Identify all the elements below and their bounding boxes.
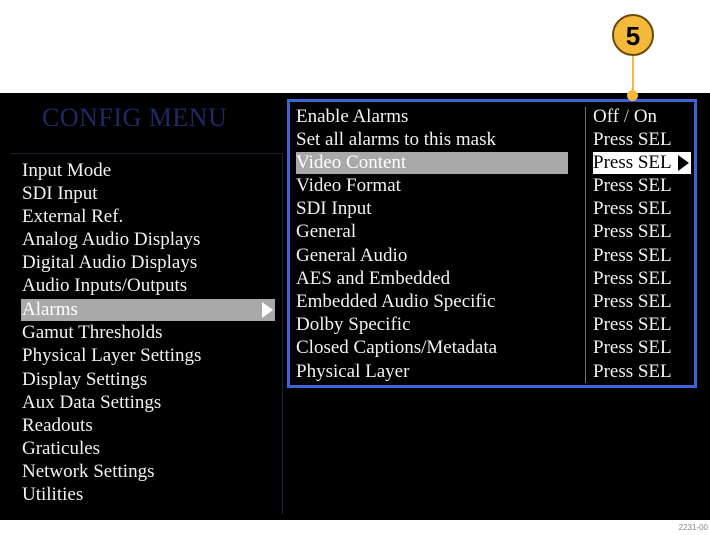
menu-item-external-ref[interactable]: External Ref. — [21, 206, 275, 228]
menu-item-network-settings[interactable]: Network Settings — [21, 461, 275, 483]
option-enable-alarms[interactable]: Enable Alarms — [296, 106, 568, 128]
option-embedded-audio-specific[interactable]: Embedded Audio Specific — [296, 291, 568, 313]
option-value[interactable]: Press SEL — [593, 245, 691, 267]
menu-item-aux-data-settings[interactable]: Aux Data Settings — [21, 392, 275, 414]
option-value[interactable]: Press SEL — [593, 129, 691, 151]
submenu-arrow-icon — [262, 302, 273, 318]
toggle-off-label: Off — [593, 106, 620, 127]
toggle-on-label: On — [633, 106, 658, 127]
callout-pointer-dot — [627, 90, 638, 101]
option-value[interactable]: Press SEL — [593, 175, 691, 197]
toggle-separator: / — [623, 106, 630, 127]
menu-item-sdi-input[interactable]: SDI Input — [21, 183, 275, 205]
option-video-format[interactable]: Video Format — [296, 175, 568, 197]
callout-leader-line — [632, 56, 634, 93]
option-value[interactable]: Press SEL — [593, 291, 691, 313]
figure-id-label: 2231-00 — [678, 523, 708, 532]
callout-number-badge: 5 — [612, 14, 654, 56]
enable-alarms-toggle[interactable]: Off / On — [593, 106, 691, 128]
menu-item-readouts[interactable]: Readouts — [21, 415, 275, 437]
menu-item-analog-audio-displays[interactable]: Analog Audio Displays — [21, 229, 275, 251]
option-value[interactable]: Press SEL — [593, 361, 691, 383]
option-value-label: Press SEL — [593, 152, 672, 173]
option-value[interactable]: Press SEL — [593, 314, 691, 336]
column-divider — [585, 107, 586, 383]
option-closed-captions-metadata[interactable]: Closed Captions/Metadata — [296, 337, 568, 359]
option-value[interactable]: Press SEL — [593, 337, 691, 359]
menu-item-alarms-label: Alarms — [22, 299, 78, 320]
option-general[interactable]: General — [296, 221, 568, 243]
menu-item-utilities[interactable]: Utilities — [21, 484, 275, 506]
menu-item-display-settings[interactable]: Display Settings — [21, 369, 275, 391]
option-value-selected[interactable]: Press SEL — [593, 152, 691, 174]
option-value[interactable]: Press SEL — [593, 221, 691, 243]
option-aes-and-embedded[interactable]: AES and Embedded — [296, 268, 568, 290]
menu-item-gamut-thresholds[interactable]: Gamut Thresholds — [21, 322, 275, 344]
menu-item-audio-inputs-outputs[interactable]: Audio Inputs/Outputs — [21, 275, 275, 297]
option-value[interactable]: Press SEL — [593, 198, 691, 220]
submenu-arrow-icon — [678, 155, 689, 171]
menu-item-graticules[interactable]: Graticules — [21, 438, 275, 460]
option-physical-layer[interactable]: Physical Layer — [296, 361, 568, 383]
menu-item-input-mode[interactable]: Input Mode — [21, 160, 275, 182]
option-dolby-specific[interactable]: Dolby Specific — [296, 314, 568, 336]
option-set-all-alarms-mask[interactable]: Set all alarms to this mask — [296, 129, 568, 151]
option-sdi-input[interactable]: SDI Input — [296, 198, 568, 220]
config-menu-title: CONFIG MENU — [42, 103, 228, 132]
menu-item-alarms[interactable]: Alarms — [21, 299, 275, 321]
menu-item-digital-audio-displays[interactable]: Digital Audio Displays — [21, 252, 275, 274]
option-video-content[interactable]: Video Content — [296, 152, 568, 174]
menu-item-physical-layer-settings[interactable]: Physical Layer Settings — [21, 345, 275, 367]
option-general-audio[interactable]: General Audio — [296, 245, 568, 267]
option-value[interactable]: Press SEL — [593, 268, 691, 290]
